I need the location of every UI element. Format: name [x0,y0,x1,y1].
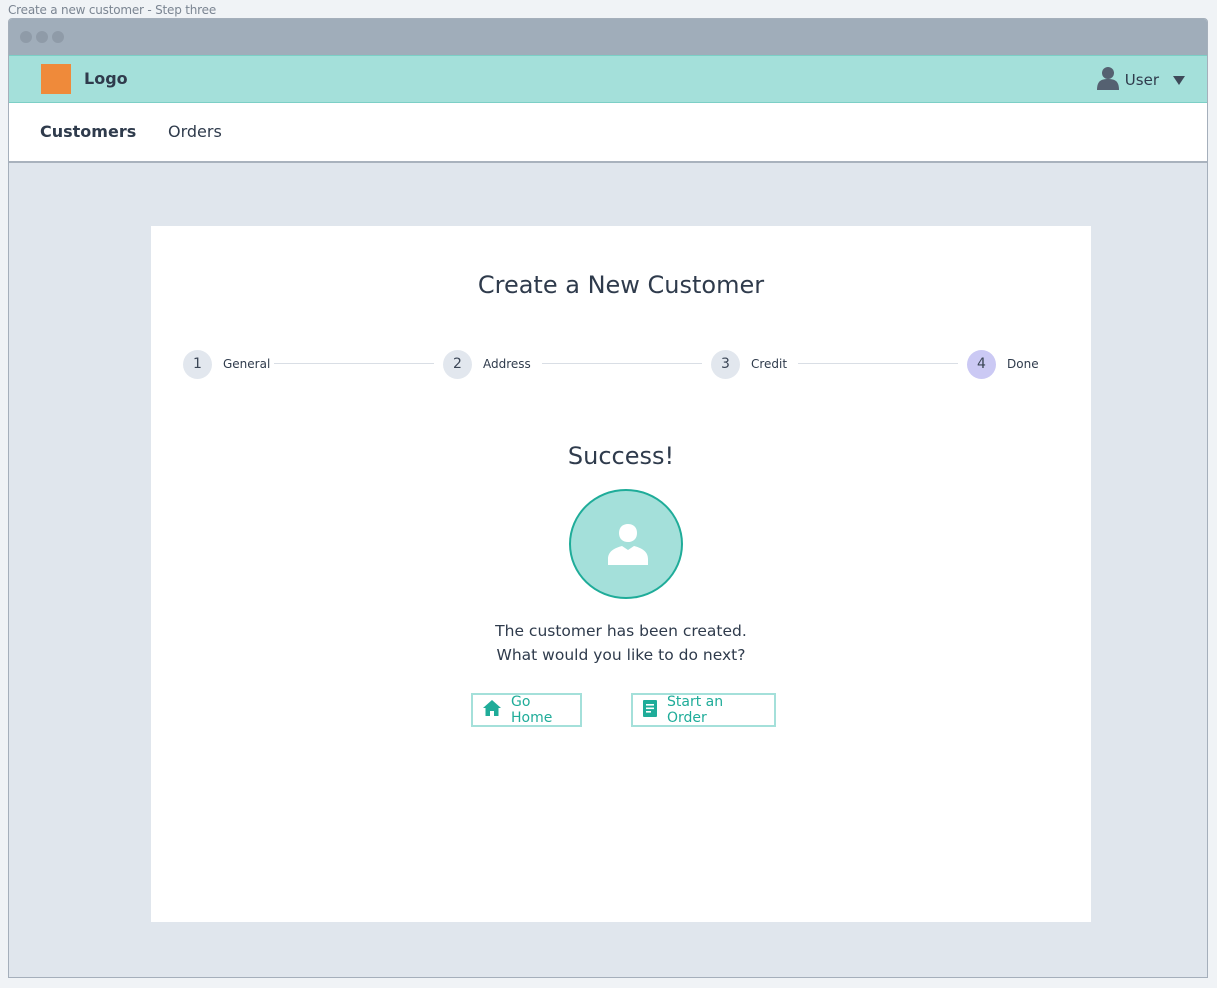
customer-avatar [569,489,683,599]
step-label: Credit [751,357,788,371]
window-control-dot[interactable] [52,31,64,43]
step-connector [798,363,958,364]
success-message-line: The customer has been created. [495,622,747,640]
success-message-line: What would you like to do next? [496,646,746,664]
window-titlebar [9,19,1207,55]
main-nav: Customers Orders [9,103,1207,163]
go-home-label: Go Home [511,694,553,726]
document-icon [643,699,657,721]
step-number: 3 [711,349,740,379]
user-avatar-icon [608,524,648,565]
step-done: 4 Done [967,349,1039,379]
start-order-label: Start an Order [667,694,724,726]
window-control-dot[interactable] [20,31,32,43]
step-label: General [223,357,271,371]
logo-mark[interactable] [41,64,71,94]
user-menu[interactable]: User [1096,66,1185,94]
step-number: 4 [967,349,996,379]
nav-item-orders[interactable]: Orders [168,122,222,141]
step-general: 1 General [183,349,270,379]
browser-window: Logo User Customers Orders Create a New … [8,18,1208,978]
step-credit: 3 Credit [711,349,787,379]
step-label: Done [1007,357,1039,371]
step-connector [542,363,702,364]
window-control-dot[interactable] [36,31,48,43]
user-menu-label: User [1124,71,1159,89]
start-order-button[interactable]: Start an Order [631,693,776,727]
page-title: Create a New Customer [477,271,765,299]
go-home-button[interactable]: Go Home [471,693,582,727]
home-icon [483,700,501,720]
step-address: 2 Address [443,349,531,379]
step-number: 1 [183,349,212,379]
app-header: Logo User [9,55,1207,103]
wizard-card: Create a New Customer 1 General 2 Addres… [151,226,1091,922]
step-label: Address [483,357,531,371]
user-icon [1096,66,1119,94]
success-title: Success! [567,442,675,470]
step-number: 2 [443,349,472,379]
nav-item-customers[interactable]: Customers [40,122,136,141]
step-connector [274,363,434,364]
success-message: The customer has been created. What woul… [151,619,1091,667]
wizard-stepper: 1 General 2 Address 3 Credit 4 Done [183,349,1063,379]
screen-caption: Create a new customer - Step three [8,3,217,17]
logo-text[interactable]: Logo [84,69,128,88]
caret-down-icon [1173,75,1185,85]
